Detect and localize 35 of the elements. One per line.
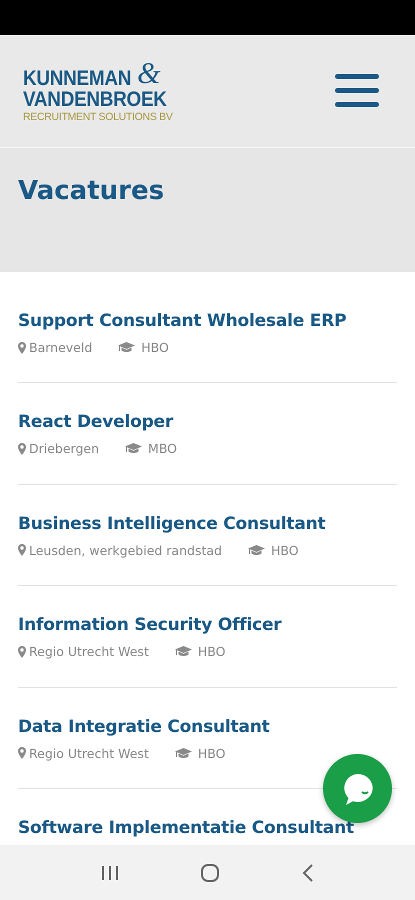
vacancy-education: MBO — [148, 441, 178, 456]
vacancy-education: HBO — [270, 542, 299, 558]
vacancy-location: Barneveld — [29, 340, 92, 355]
vacancy-education: HBO — [198, 644, 226, 660]
logo-ampersand: & — [137, 59, 160, 90]
graduation-cap-icon — [174, 646, 192, 658]
vacancy-title-link[interactable]: Business Intelligence Consultant — [18, 514, 326, 534]
logo-text: KUNNEMAN — [23, 68, 132, 90]
vacancy-title-link[interactable]: Software Implementatie Consultant — [18, 818, 354, 838]
vacancy-location: Regio Utrecht West — [29, 644, 149, 660]
vacancy-title-link[interactable]: Data Integratie Consultant — [18, 716, 270, 737]
vacancy-education: HBO — [141, 340, 169, 355]
vacancy-title-link[interactable]: Support Consultant Wholesale ERP — [18, 311, 346, 331]
vacancy-location: Leusden, werkgebied randstad — [29, 542, 222, 558]
location-pin-icon — [18, 646, 26, 658]
logo-tagline: RECRUITMENT SOLUTIONS BV — [23, 112, 174, 123]
back-icon[interactable] — [302, 864, 314, 882]
graduation-cap-icon — [125, 443, 142, 454]
home-icon[interactable] — [200, 862, 220, 882]
location-pin-icon — [18, 342, 26, 354]
vacancy-location: Regio Utrecht West — [29, 746, 149, 761]
location-pin-icon — [18, 544, 26, 556]
location-pin-icon — [18, 442, 26, 455]
vacancy-title-link[interactable]: Information Security Officer — [18, 615, 282, 636]
graduation-cap-icon — [118, 342, 136, 353]
vacancy-education: HBO — [198, 746, 226, 761]
logo-text: VANDENBROEK — [23, 89, 167, 110]
menu-icon[interactable] — [335, 74, 379, 108]
recent-apps-icon[interactable] — [100, 864, 119, 880]
location-pin-icon — [18, 747, 26, 760]
page-title: Vacatures — [18, 176, 164, 206]
vacancy-location: Driebergen — [29, 441, 100, 456]
graduation-cap-icon — [174, 748, 192, 759]
graduation-cap-icon — [248, 544, 265, 556]
vacancy-title-link[interactable]: React Developer — [18, 412, 174, 432]
